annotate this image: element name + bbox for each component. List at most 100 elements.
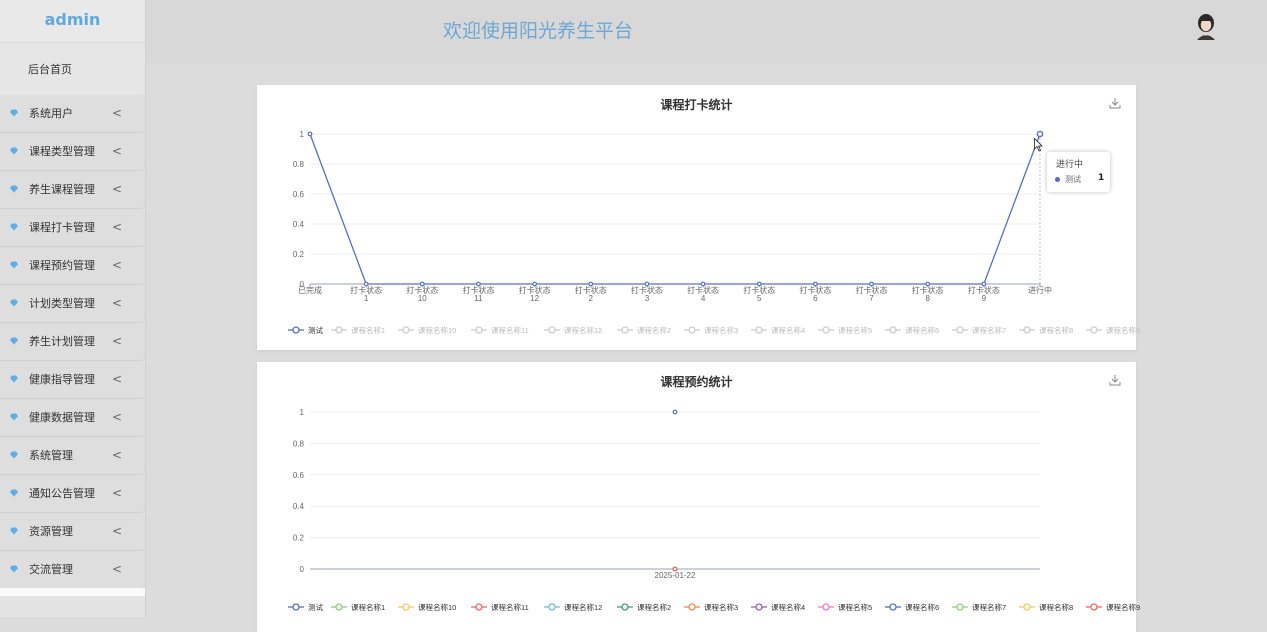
data-point xyxy=(363,281,369,287)
legend-label: 课程名称1 xyxy=(351,602,385,612)
legend-swatch xyxy=(548,603,556,611)
data-point xyxy=(925,281,931,287)
y-tick-label: 0.8 xyxy=(293,160,305,169)
legend-swatch xyxy=(402,603,410,611)
data-point xyxy=(644,281,650,287)
legend-swatch xyxy=(548,326,556,334)
x-tick-label: 6 xyxy=(813,294,818,303)
y-tick-label: 0.8 xyxy=(293,439,305,448)
legend-swatch xyxy=(1090,326,1098,334)
legend-label: 课程名称12 xyxy=(564,325,602,335)
legend-swatch xyxy=(621,603,629,611)
legend-swatch xyxy=(335,603,343,611)
data-point xyxy=(756,281,762,287)
legend-label: 课程名称11 xyxy=(491,602,529,612)
x-tick-label: 11 xyxy=(474,294,483,303)
tooltip-category: 进行中 xyxy=(1056,160,1084,170)
x-tick-label: 2025-01-22 xyxy=(655,571,696,580)
legend-swatch xyxy=(1023,326,1031,334)
y-tick-label: 0.4 xyxy=(293,502,305,511)
legend-swatch xyxy=(956,326,964,334)
x-tick-label: 5 xyxy=(757,294,762,303)
legend-label: 课程名称4 xyxy=(771,602,805,612)
tooltip-value: 1 xyxy=(1098,173,1105,183)
y-tick-label: 0.6 xyxy=(293,190,305,199)
legend-label: 课程名称6 xyxy=(905,325,939,335)
legend-label: 课程名称9 xyxy=(1106,602,1140,612)
data-point xyxy=(476,281,481,287)
legend-label: 课程名称9 xyxy=(1106,325,1140,335)
data-point xyxy=(532,281,538,287)
y-tick-label: 0.6 xyxy=(293,471,305,480)
data-point xyxy=(981,281,987,287)
data-point xyxy=(588,281,594,287)
data-point xyxy=(672,566,678,572)
x-tick-label: 2 xyxy=(589,294,594,303)
y-tick-label: 0.2 xyxy=(293,534,305,543)
tooltip-series-name: 测试 xyxy=(1065,175,1081,184)
data-point xyxy=(869,281,874,287)
y-tick-label: 0.2 xyxy=(293,250,305,259)
data-point xyxy=(307,131,313,137)
chart-tooltip: 进行中 测试 1 xyxy=(1047,152,1110,192)
legend-swatch xyxy=(889,326,897,334)
legend-swatch xyxy=(475,603,483,611)
legend-label: 课程名称10 xyxy=(418,325,456,335)
legend-swatch xyxy=(335,326,343,334)
legend-swatch xyxy=(292,326,300,334)
legend-label: 课程名称3 xyxy=(704,602,738,612)
tooltip-series-dot xyxy=(1055,177,1060,182)
y-tick-label: 0 xyxy=(300,565,305,574)
legend-label: 课程名称2 xyxy=(637,325,671,335)
legend-swatch xyxy=(1023,603,1031,611)
hover-point xyxy=(1036,130,1044,138)
y-tick-label: 1 xyxy=(300,130,305,139)
mouse-pointer-icon xyxy=(1034,138,1043,152)
legend-swatch xyxy=(889,603,897,611)
legend-swatch xyxy=(688,326,696,334)
y-tick-label: 1 xyxy=(300,408,305,417)
legend-label: 课程名称8 xyxy=(1039,325,1073,335)
legend-swatch xyxy=(956,603,964,611)
legend-swatch xyxy=(755,326,763,334)
legend-label: 课程名称2 xyxy=(637,602,671,612)
legend-label: 课程名称7 xyxy=(972,602,1006,612)
x-tick-label: 3 xyxy=(645,294,650,303)
legend-label: 课程名称10 xyxy=(418,602,456,612)
legend-label: 课程名称11 xyxy=(491,325,529,335)
x-tick-label: 12 xyxy=(530,294,539,303)
legend-label: 课程名称8 xyxy=(1039,602,1073,612)
legend-label: 课程名称6 xyxy=(905,602,939,612)
legend-label: 课程名称7 xyxy=(972,325,1006,335)
x-tick-label: 7 xyxy=(869,294,874,303)
legend-swatch xyxy=(822,603,830,611)
legend-swatch xyxy=(755,603,763,611)
legend-label: 测试 xyxy=(308,602,323,612)
data-point xyxy=(812,281,818,287)
x-tick-label: 1 xyxy=(364,294,369,303)
legend-label: 课程名称5 xyxy=(838,325,872,335)
x-tick-label: 8 xyxy=(925,294,930,303)
legend-label: 课程名称3 xyxy=(704,325,738,335)
legend-swatch xyxy=(822,326,830,334)
legend-swatch xyxy=(475,326,483,334)
legend-label: 课程名称4 xyxy=(771,325,805,335)
x-tick-label: 9 xyxy=(982,294,987,303)
data-point xyxy=(419,281,425,287)
legend-label: 课程名称12 xyxy=(564,602,602,612)
legend-swatch xyxy=(688,603,696,611)
legend-swatch xyxy=(402,326,410,334)
legend-swatch xyxy=(1090,603,1098,611)
legend-label: 课程名称1 xyxy=(351,325,385,335)
x-tick-label: 10 xyxy=(418,294,427,303)
data-point xyxy=(700,281,706,287)
legend-label: 课程名称5 xyxy=(838,602,872,612)
series-line xyxy=(309,133,1041,285)
legend-label: 测试 xyxy=(308,325,323,335)
y-tick-label: 0.4 xyxy=(293,220,305,229)
charts-layer: 00.20.40.60.81已完成 打卡状态1打卡状态10打卡状态11打卡状态12… xyxy=(288,130,1140,612)
legend-swatch xyxy=(292,603,300,611)
data-point xyxy=(672,409,678,415)
x-tick-label: 4 xyxy=(701,294,706,303)
legend-swatch xyxy=(621,326,629,334)
